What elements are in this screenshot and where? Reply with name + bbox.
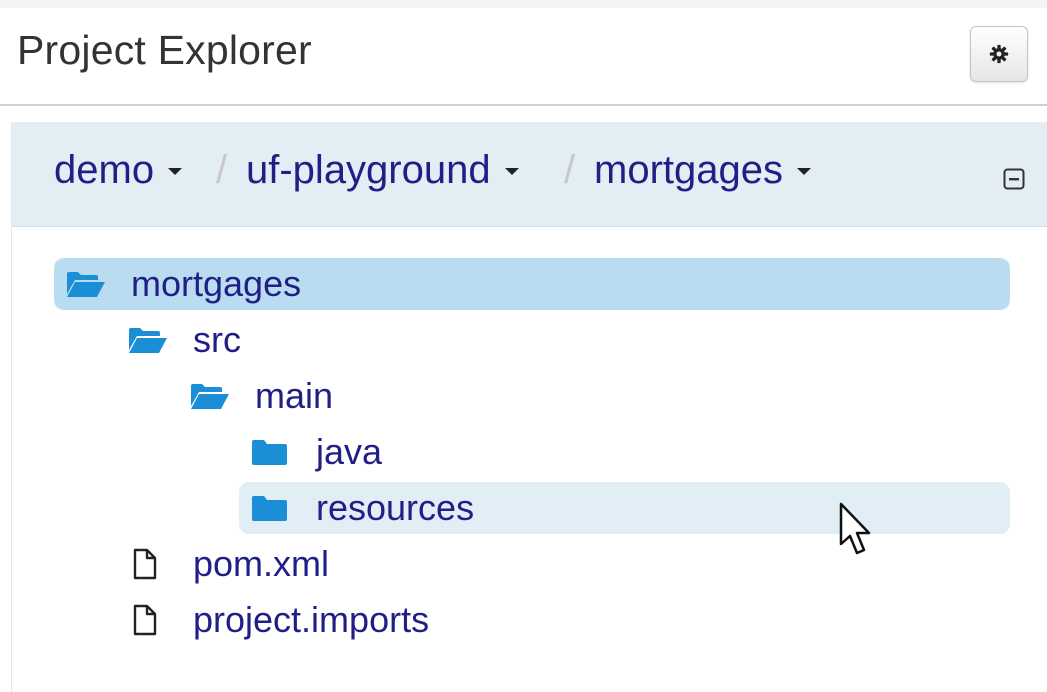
breadcrumb-item-project[interactable]: mortgages — [594, 146, 811, 194]
tree-item-label: resources — [316, 487, 475, 528]
tree-item-resources[interactable]: resources — [239, 482, 1010, 534]
breadcrumb-label: mortgages — [594, 147, 783, 192]
panel-title: Project Explorer — [17, 27, 312, 73]
breadcrumb-item-repository[interactable]: uf-playground — [246, 146, 519, 194]
settings-button[interactable] — [970, 26, 1028, 82]
gear-icon — [989, 44, 1009, 64]
tree-item-label: pom.xml — [193, 543, 330, 584]
tree-item-label: project.imports — [193, 599, 430, 640]
breadcrumb: demo / uf-playground / mortgages — [12, 122, 1047, 227]
breadcrumb-item-organizational-unit[interactable]: demo — [54, 146, 183, 194]
tree-item-label: java — [316, 431, 383, 472]
file-icon — [133, 604, 157, 636]
window-top-strip — [0, 0, 1047, 8]
folder-icon — [252, 440, 287, 465]
file-icon — [133, 548, 157, 580]
caret-down-icon — [168, 167, 183, 175]
folder-open-icon — [129, 328, 167, 353]
folder-open-icon — [191, 384, 229, 409]
tree-item-pom-xml[interactable]: pom.xml — [116, 538, 1010, 590]
tree-item-label: main — [255, 375, 334, 416]
tree-item-src[interactable]: src — [116, 314, 1010, 366]
folder-icon — [252, 496, 287, 521]
breadcrumb-separator: / — [216, 148, 228, 192]
tree-item-project-imports[interactable]: project.imports — [116, 594, 1010, 646]
panel-header: Project Explorer — [0, 8, 1047, 106]
tree-item-java[interactable]: java — [239, 426, 1010, 478]
tree-item-label: mortgages — [131, 263, 302, 304]
project-explorer-panel: demo / uf-playground / mortgages mortgag… — [11, 122, 1047, 692]
tree-item-main[interactable]: main — [178, 370, 1010, 422]
tree-item-mortgages[interactable]: mortgages — [54, 258, 1010, 310]
collapse-minus-icon[interactable] — [1003, 168, 1025, 190]
caret-down-icon — [504, 167, 519, 175]
breadcrumb-label: demo — [54, 147, 155, 192]
tree-item-label: src — [193, 319, 241, 360]
folder-open-icon — [67, 272, 105, 297]
breadcrumb-separator: / — [564, 148, 576, 192]
breadcrumb-label: uf-playground — [246, 147, 491, 192]
caret-down-icon — [796, 167, 811, 175]
